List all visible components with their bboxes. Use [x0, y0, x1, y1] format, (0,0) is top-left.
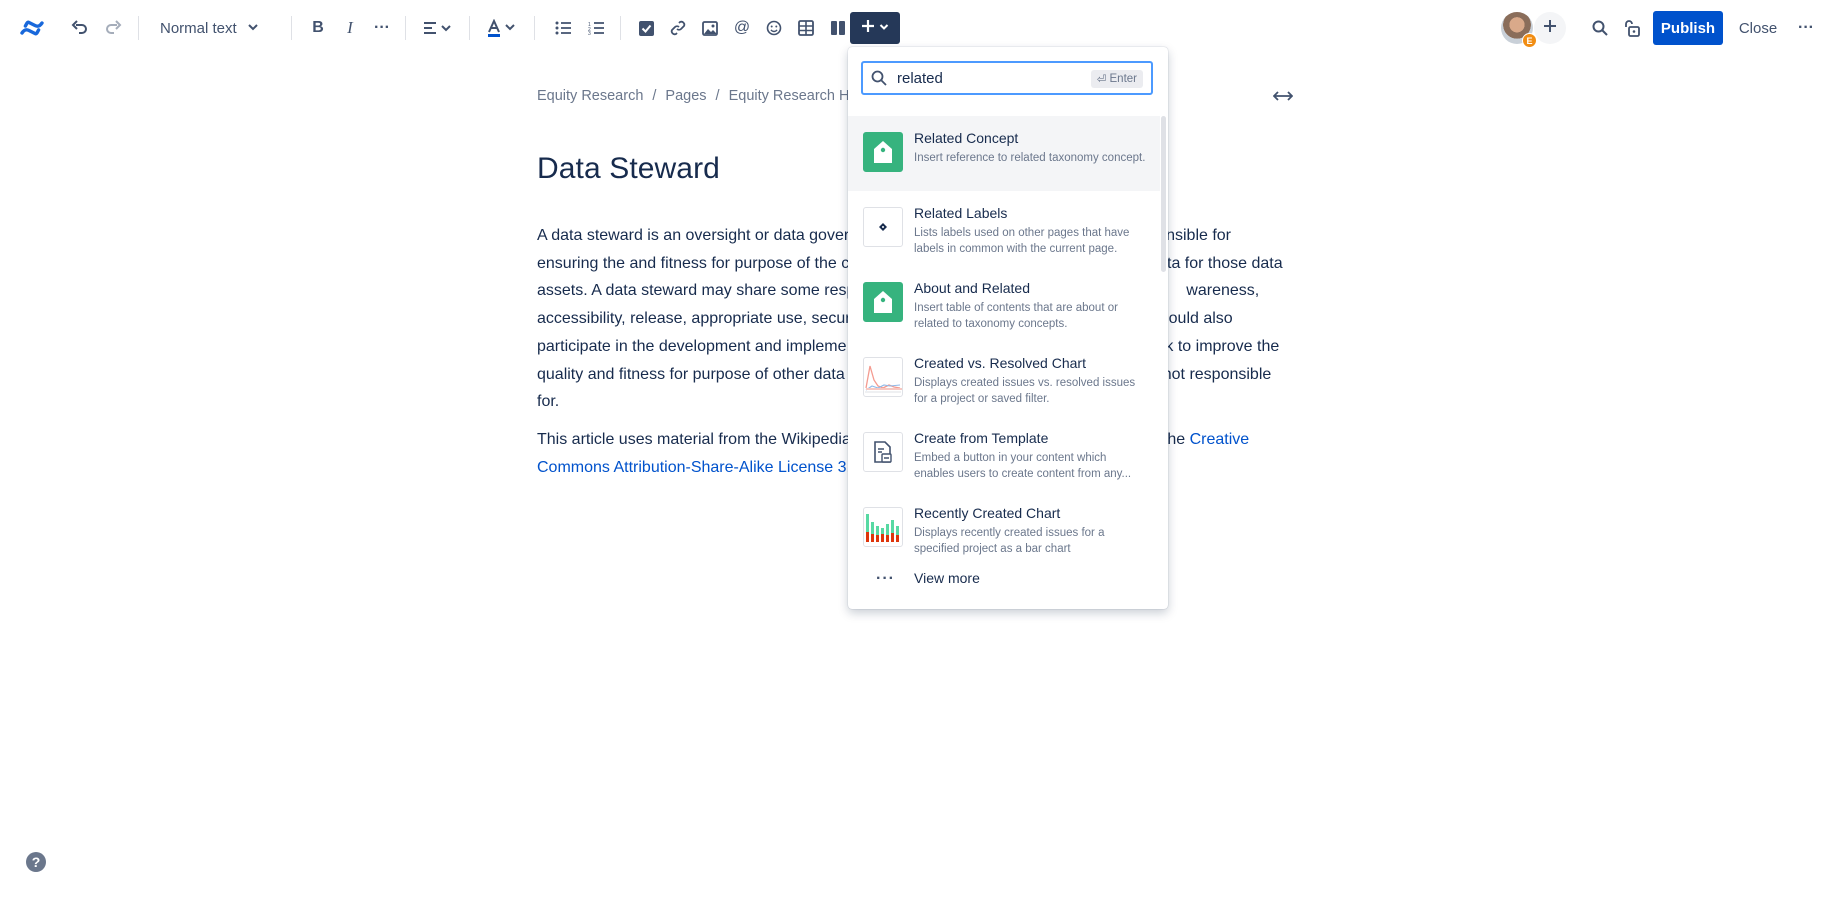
menu-item-created-vs-resolved-chart[interactable]: Created vs. Resolved Chart Displays crea…: [848, 341, 1160, 416]
menu-item-title: About and Related: [914, 280, 1030, 296]
body-text: A data steward is an oversight or data g…: [537, 227, 850, 244]
redo-icon[interactable]: [101, 16, 125, 40]
more-formatting-icon[interactable]: ···: [370, 16, 394, 40]
toolbar-divider: [620, 16, 621, 40]
menu-item-related-labels[interactable]: Related Labels Lists labels used on othe…: [848, 191, 1160, 266]
breadcrumb-item[interactable]: Pages: [665, 88, 706, 104]
body-text: ek to improve the: [1156, 337, 1280, 355]
emoji-icon[interactable]: [762, 16, 786, 40]
view-more-label: View more: [914, 570, 980, 586]
body-text: quality and fitness for purpose of other…: [537, 365, 845, 383]
labels-icon: [863, 207, 903, 247]
menu-item-description: Embed a button in your content which ena…: [914, 452, 1132, 480]
menu-item-description: Insert reference to related taxonomy con…: [914, 152, 1146, 164]
text-color-icon[interactable]: [484, 16, 518, 40]
help-icon[interactable]: ?: [26, 852, 46, 872]
menu-item-related-concept[interactable]: Related Concept Insert reference to rela…: [848, 116, 1160, 191]
insert-icon: [861, 19, 875, 38]
menu-item-create-from-template[interactable]: Create from Template Embed a button in y…: [848, 416, 1160, 491]
restrictions-icon[interactable]: [1620, 16, 1644, 40]
toolbar-divider: [469, 16, 470, 40]
menu-item-about-and-related[interactable]: About and Related Insert table of conten…: [848, 266, 1160, 341]
enter-hint: ⏎ Enter: [1090, 70, 1143, 88]
taxonomy-tag-icon: [863, 132, 903, 172]
license-link[interactable]: Commons Attribution-Share-Alike License …: [537, 459, 851, 476]
menu-item-title: Related Labels: [914, 205, 1008, 221]
expand-width-icon: [1272, 89, 1294, 107]
invite-collaborator-button[interactable]: [1534, 12, 1566, 44]
mention-icon[interactable]: @: [730, 16, 754, 40]
search-icon[interactable]: [1588, 16, 1612, 40]
chevron-down-icon: [247, 20, 259, 37]
text-style-dropdown[interactable]: Normal text: [160, 14, 259, 42]
body-text: assets. A data steward may share some re…: [537, 282, 865, 300]
menu-item-description: Displays created issues vs. resolved iss…: [914, 377, 1136, 405]
view-more-button[interactable]: ··· View more: [848, 561, 1160, 597]
more-icon[interactable]: ···: [1794, 16, 1818, 40]
body-text: This article uses material from the Wiki…: [537, 430, 851, 448]
taxonomy-tag-icon: [863, 282, 903, 322]
body-text: data for those data: [1149, 254, 1283, 272]
close-button[interactable]: Close: [1734, 11, 1782, 45]
body-text: wareness,: [1186, 282, 1260, 300]
menu-item-recently-created-chart[interactable]: Recently Created Chart Displays recently…: [848, 491, 1160, 566]
more-icon: ···: [876, 570, 895, 587]
toolbar-divider: [291, 16, 292, 40]
toolbar-divider: [138, 16, 139, 40]
toolbar-divider: [534, 16, 535, 40]
menu-item-description: Displays recently created issues for a s…: [914, 527, 1105, 555]
menu-scrollbar[interactable]: [1161, 116, 1166, 272]
toolbar-divider: [405, 16, 406, 40]
body-text: not responsible: [1162, 365, 1272, 383]
full-width-toggle[interactable]: [1269, 86, 1297, 110]
action-item-icon[interactable]: [634, 16, 658, 40]
breadcrumb-item[interactable]: Equity Research: [537, 88, 643, 104]
template-icon: [863, 432, 903, 472]
line-chart-icon: [863, 357, 903, 397]
insert-search-input[interactable]: [897, 68, 1067, 88]
bar-chart-icon: [863, 507, 903, 547]
undo-icon[interactable]: [68, 16, 92, 40]
enter-key-icon: ⏎: [1096, 74, 1107, 86]
menu-item-title: Create from Template: [914, 430, 1049, 446]
insert-button[interactable]: [850, 12, 900, 44]
bold-icon[interactable]: B: [306, 16, 330, 40]
body-text: ould also: [1168, 310, 1233, 328]
table-icon[interactable]: [794, 16, 818, 40]
breadcrumb: Equity Research / Pages / Equity Researc…: [537, 88, 870, 104]
italic-icon[interactable]: I: [338, 16, 362, 40]
image-icon[interactable]: [698, 16, 722, 40]
menu-item-description: Insert table of contents that are about …: [914, 302, 1118, 330]
body-text: for.: [537, 393, 560, 411]
insert-search-box[interactable]: ⏎ Enter: [861, 61, 1153, 95]
layouts-icon[interactable]: [826, 16, 850, 40]
page-title[interactable]: Data Steward: [537, 152, 720, 186]
svg-text:3: 3: [588, 31, 591, 35]
bullet-list-icon[interactable]: [551, 16, 575, 40]
license-link[interactable]: Creative: [1190, 431, 1250, 448]
insert-menu-list: Related Concept Insert reference to rela…: [848, 116, 1160, 566]
menu-item-description: Lists labels used on other pages that ha…: [914, 227, 1130, 255]
insert-menu: ⏎ Enter Related Concept Insert reference…: [848, 47, 1168, 609]
body-text: ensuring the and fitness for purpose of …: [537, 254, 850, 272]
menu-item-title: Recently Created Chart: [914, 505, 1061, 521]
confluence-logo-icon[interactable]: [18, 14, 46, 42]
publish-button[interactable]: Publish: [1653, 11, 1723, 45]
body-text: participate in the development and imple…: [537, 337, 847, 355]
menu-item-title: Related Concept: [914, 130, 1019, 146]
body-text: accessibility, release, appropriate use,…: [537, 310, 859, 328]
text-style-label: Normal text: [160, 19, 237, 37]
numbered-list-icon[interactable]: 123: [584, 16, 608, 40]
enter-hint-label: Enter: [1109, 73, 1138, 85]
body-text: onsible for: [1157, 227, 1232, 244]
search-icon: [871, 70, 887, 91]
alignment-icon[interactable]: [420, 16, 454, 40]
chevron-down-icon: [879, 19, 889, 37]
plus-icon: [1543, 19, 1557, 38]
breadcrumb-separator: /: [715, 88, 720, 104]
link-icon[interactable]: [666, 16, 690, 40]
menu-item-title: Created vs. Resolved Chart: [914, 355, 1086, 371]
breadcrumb-separator: /: [652, 88, 657, 104]
